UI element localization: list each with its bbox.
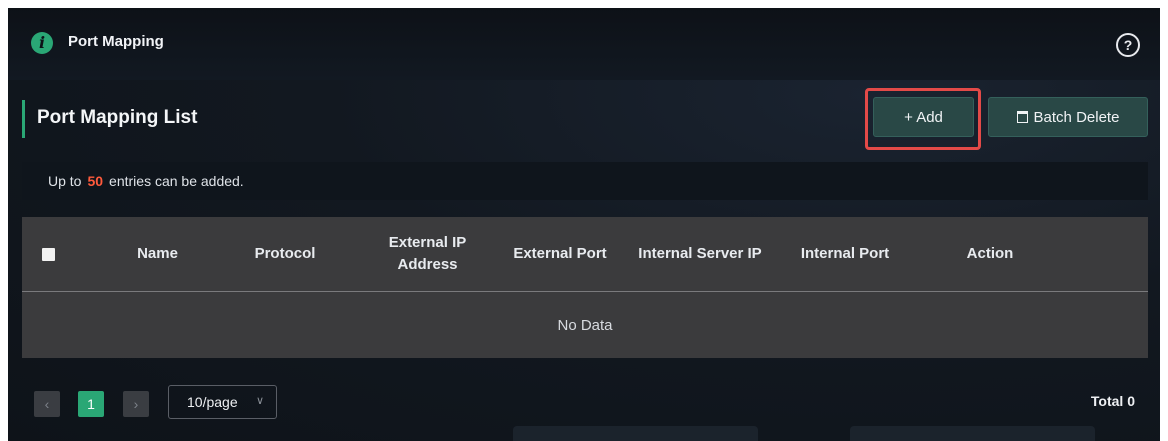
section-title: Port Mapping List [37,107,198,128]
column-header-external-ip: External IP Address [388,234,467,273]
notice-prefix: Up to [48,173,82,189]
notice-count: 50 [87,173,104,189]
column-header-protocol: Protocol [254,245,316,262]
column-header-name: Name [137,245,178,262]
batch-delete-label: Batch Delete [1033,108,1120,126]
add-button[interactable]: + Add [873,97,974,137]
column-header-external-port: External Port [513,245,607,262]
section-accent-bar [22,100,25,138]
trash-icon [1016,111,1028,123]
select-all-checkbox[interactable] [42,247,55,261]
port-mapping-table: Name Protocol External IP Address Extern… [22,217,1148,358]
help-icon[interactable]: ? [1116,33,1140,57]
background-panel-shadow [513,426,758,441]
port-mapping-panel: i Port Mapping ? Port Mapping List + Add… [8,8,1160,441]
info-icon: i [31,32,53,54]
header-bar: i Port Mapping ? [8,8,1160,80]
column-header-internal-server-ip: Internal Server IP [638,245,762,262]
next-page-button[interactable]: › [123,391,149,417]
batch-delete-button[interactable]: Batch Delete [988,97,1148,137]
total-count: Total 0 [1090,393,1135,409]
chevron-down-icon: ∨ [255,395,264,407]
column-header-action: Action [966,245,1014,262]
empty-state: No Data [557,316,613,334]
page-1-button[interactable]: 1 [78,391,104,417]
table-header: Name Protocol External IP Address Extern… [22,217,1148,292]
entry-limit-notice: Up to 50 entries can be added. [22,162,1148,200]
page-title: Port Mapping [68,33,164,50]
background-panel-shadow [850,426,1095,441]
prev-page-button[interactable]: ‹ [34,391,60,417]
page-size-value: 10/page [187,394,238,410]
page-size-select[interactable]: 10/page ∨ [168,385,277,419]
notice-suffix: entries can be added. [109,173,244,189]
column-header-internal-port: Internal Port [800,245,890,262]
add-button-label: + Add [904,108,943,126]
